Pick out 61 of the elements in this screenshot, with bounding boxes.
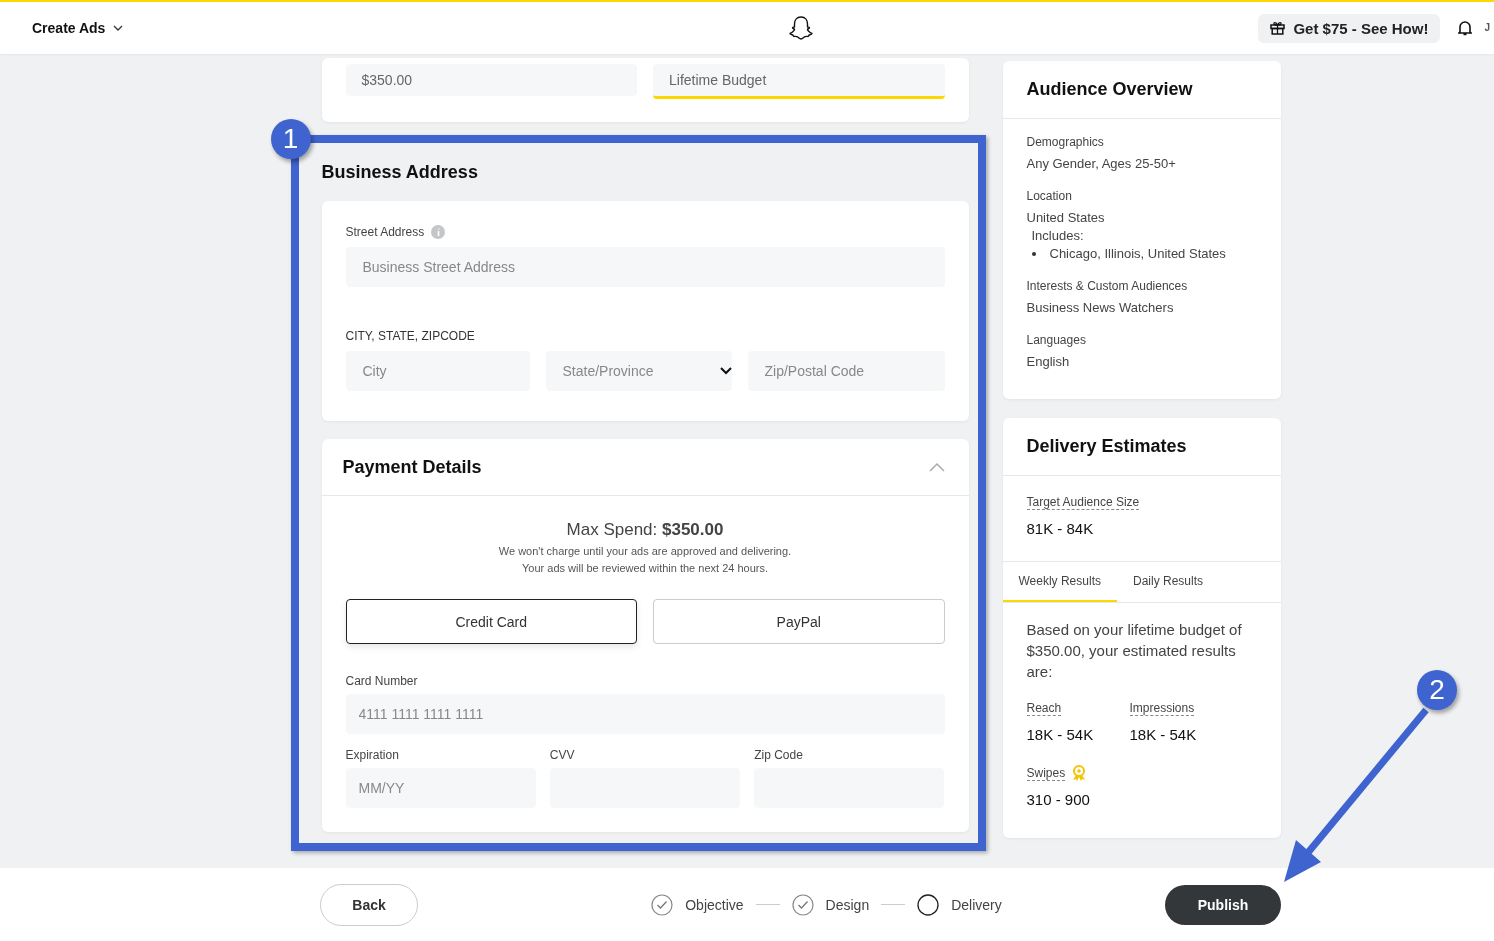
metric-value: 81K - 84K: [1026, 520, 1095, 537]
step-badge: 1: [270, 119, 311, 159]
metric-label: Target Audience Size: [1026, 495, 1140, 510]
metric-value: 18K - 54K: [1026, 726, 1095, 743]
budget-field[interactable]: $350.00: [345, 64, 637, 96]
address-field[interactable]: City: [345, 351, 530, 391]
section-title: Payment Details: [342, 456, 482, 478]
payment-note: We won't charge until your ads are approved and delivering.: [497, 544, 793, 559]
estimate-summary: Based on your lifetime budget of $350.00, your estimated results are:: [1026, 620, 1243, 682]
street-address-field[interactable]: Business Street Address: [345, 247, 945, 287]
chevron-down-icon: [719, 367, 732, 375]
caret-icon: [113, 25, 124, 31]
step-badge: 2: [1417, 670, 1457, 710]
audience-label: Demographics: [1026, 135, 1105, 149]
audience-label: Location: [1026, 189, 1073, 203]
audience-value: Includes:: [1030, 227, 1085, 245]
audience-value: Any Gender, Ages 25-50+: [1026, 155, 1177, 173]
metric-label: Impressions: [1129, 700, 1195, 716]
audience-value: Business News Watchers: [1026, 299, 1175, 317]
audience-value: United States: [1026, 209, 1106, 227]
field-label: Street Address: [345, 225, 425, 239]
results-tab[interactable]: Weekly Results: [1002, 562, 1117, 602]
budget-type-select[interactable]: Lifetime Budget: [653, 64, 945, 99]
card-title: Delivery Estimates: [1002, 418, 1281, 476]
payment-method-button[interactable]: Credit Card: [345, 599, 637, 644]
metric-label: Reach: [1026, 700, 1062, 716]
metric-label: Swipes: [1026, 765, 1066, 781]
metric-value: 310 - 900: [1026, 791, 1091, 808]
field-label: Expiration: [345, 748, 400, 762]
collapse-chevron-icon[interactable]: [928, 462, 945, 472]
publish-button[interactable]: Publish: [1165, 884, 1281, 925]
section-title: Business Address: [321, 162, 479, 183]
gift-icon: [1270, 21, 1286, 35]
audience-label: Languages: [1026, 333, 1087, 347]
info-icon[interactable]: [431, 225, 446, 239]
card-title: Audience Overview: [1002, 61, 1281, 119]
bell-icon[interactable]: [1458, 20, 1473, 36]
audience-value: Chicago, Illinois, United States: [1049, 245, 1226, 263]
field-label: CITY, STATE, ZIPCODE: [345, 329, 476, 343]
create-ads-menu[interactable]: Create Ads: [32, 20, 124, 36]
user-name: J: [1484, 21, 1490, 33]
audience-label: Interests & Custom Audiences: [1026, 279, 1189, 293]
address-field[interactable]: Zip/Postal Code: [747, 351, 945, 391]
field-label: CVV: [549, 748, 576, 762]
card-field[interactable]: MM/YY: [345, 768, 536, 808]
payment-note: Your ads will be reviewed within the next 24 hours.: [521, 561, 769, 576]
payment-method-button[interactable]: PayPal: [653, 599, 945, 644]
step-label: Objective: [685, 896, 744, 913]
field-label: Card Number: [345, 674, 419, 688]
step-label: Delivery: [951, 896, 1002, 913]
bullet-icon: [1031, 252, 1036, 256]
field-label: Zip Code: [754, 748, 804, 762]
max-spend-text: Max Spend: $350.00: [565, 520, 725, 540]
back-button[interactable]: Back: [320, 883, 418, 926]
card-number-field[interactable]: 4111 1111 1111 1111: [345, 694, 945, 734]
metric-value: 18K - 54K: [1129, 726, 1198, 743]
results-tab[interactable]: Daily Results: [1117, 562, 1219, 602]
audience-value: English: [1026, 353, 1071, 371]
promo-button[interactable]: Get $75 - See How!: [1258, 13, 1441, 43]
ghost-logo-icon[interactable]: [788, 15, 814, 41]
step-label: Design: [825, 896, 870, 913]
